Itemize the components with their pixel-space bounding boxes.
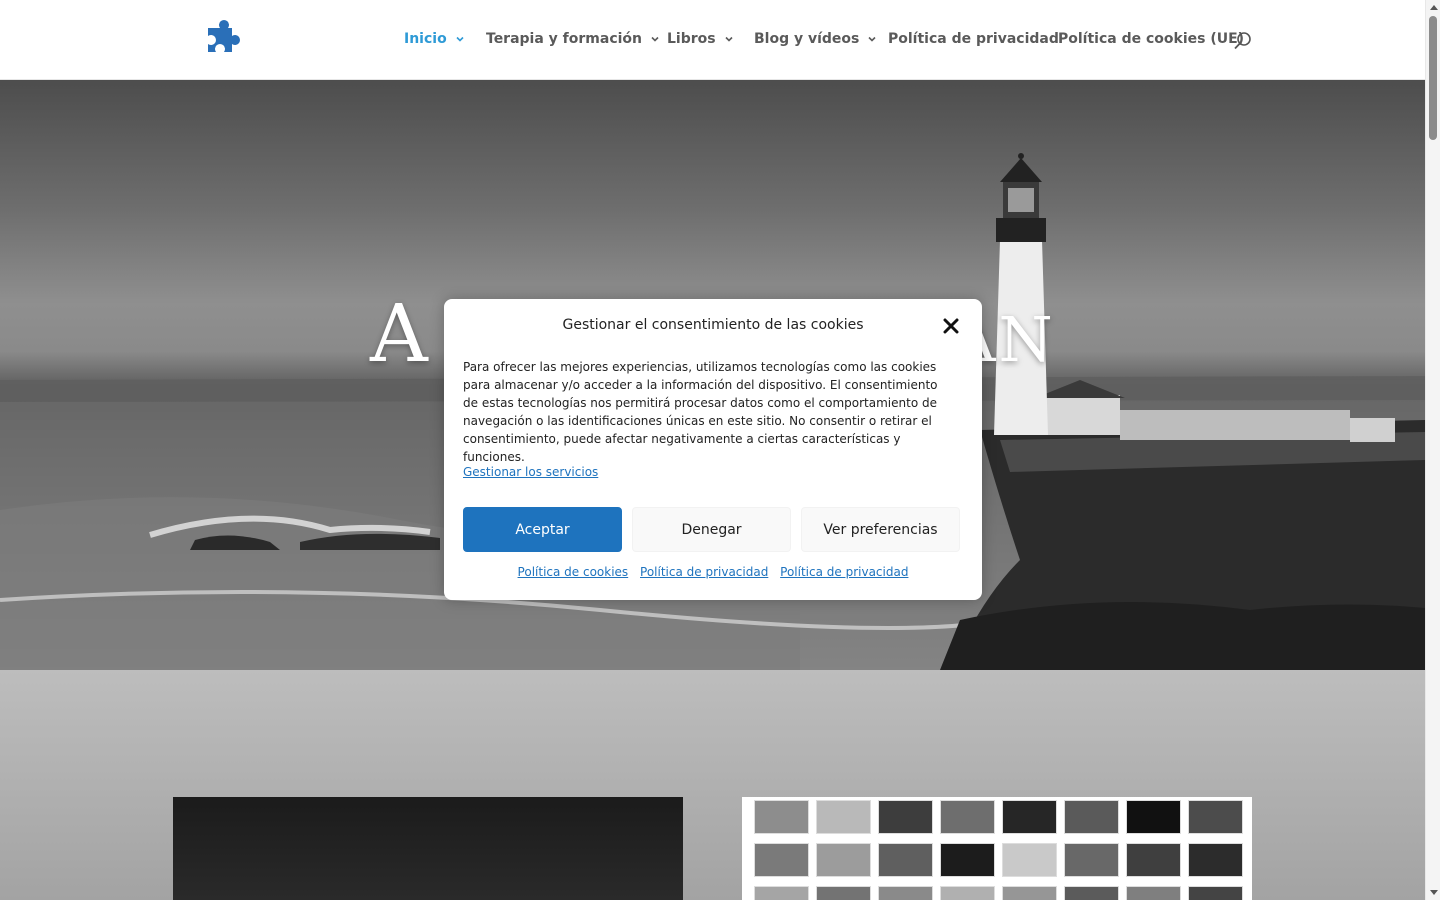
chevron-down-icon: [868, 36, 876, 42]
nav-label: Inicio: [404, 31, 447, 47]
preferences-button[interactable]: Ver preferencias: [801, 507, 960, 552]
cookie-consent-modal: Gestionar el consentimiento de las cooki…: [444, 299, 982, 600]
close-icon[interactable]: [943, 318, 959, 334]
face-thumbnail: [1188, 843, 1243, 877]
face-thumbnail: [816, 800, 871, 834]
face-thumbnail: [1064, 843, 1119, 877]
modal-body-text: Para ofrecer las mejores experiencias, u…: [463, 360, 938, 464]
face-thumbnail: [1002, 843, 1057, 877]
nav-label: Libros: [667, 31, 716, 47]
face-thumbnail: [816, 843, 871, 877]
faces-grid-image: [742, 797, 1252, 900]
cookie-policy-link[interactable]: Política de cookies: [518, 565, 629, 579]
face-thumbnail: [754, 843, 809, 877]
face-thumbnail: [1126, 843, 1181, 877]
nav-item-blog[interactable]: Blog y vídeos: [754, 31, 877, 47]
face-thumbnail: [754, 800, 809, 834]
site-header: Inicio Terapia y formación Libros Blog y…: [0, 0, 1425, 80]
face-thumbnail: [1126, 800, 1181, 834]
face-thumbnail: [878, 886, 933, 900]
face-thumbnail: [1188, 886, 1243, 900]
chevron-down-icon: [651, 36, 659, 42]
chevron-down-icon: [456, 36, 464, 42]
face-thumbnail: [940, 886, 995, 900]
face-thumbnail: [1188, 800, 1243, 834]
face-thumbnail: [878, 800, 933, 834]
nav-item-terapia[interactable]: Terapia y formación: [486, 31, 660, 47]
hero-title-left: A: [370, 287, 431, 380]
face-thumbnail: [1126, 886, 1181, 900]
nav-item-cookies[interactable]: Política de cookies (UE): [1058, 31, 1244, 47]
manage-services-link[interactable]: Gestionar los servicios: [463, 465, 598, 479]
nav-item-privacidad[interactable]: Política de privacidad: [888, 31, 1059, 47]
face-thumbnail: [878, 843, 933, 877]
modal-title: Gestionar el consentimiento de las cooki…: [562, 317, 864, 333]
scroll-down-arrow[interactable]: [1430, 890, 1438, 895]
page-scrollbar[interactable]: [1425, 0, 1440, 900]
content-section: [0, 670, 1425, 900]
deny-button[interactable]: Denegar: [632, 507, 791, 552]
face-thumbnail: [1002, 800, 1057, 834]
search-icon[interactable]: [1233, 31, 1253, 51]
nav-label: Blog y vídeos: [754, 31, 860, 47]
nav-item-libros[interactable]: Libros: [667, 31, 734, 47]
scroll-up-arrow[interactable]: [1430, 5, 1438, 10]
scroll-thumb[interactable]: [1429, 16, 1437, 140]
policy-links: Política de cookies Política de privacid…: [444, 565, 982, 579]
face-thumbnail: [1064, 800, 1119, 834]
nav-label: Política de privacidad: [888, 31, 1059, 47]
face-thumbnail: [754, 886, 809, 900]
accept-button[interactable]: Aceptar: [463, 507, 622, 552]
puzzle-piece-icon[interactable]: [204, 20, 240, 60]
nav-item-inicio[interactable]: Inicio: [404, 31, 465, 47]
chevron-down-icon: [725, 36, 733, 42]
privacy-policy-link[interactable]: Política de privacidad: [640, 565, 768, 579]
face-thumbnail: [1002, 886, 1057, 900]
face-thumbnail: [816, 886, 871, 900]
privacy-policy-link-2[interactable]: Política de privacidad: [780, 565, 908, 579]
nav-label: Política de cookies (UE): [1058, 31, 1245, 47]
face-thumbnail: [940, 800, 995, 834]
face-thumbnail: [940, 843, 995, 877]
dark-image-panel: [173, 797, 683, 900]
face-thumbnail: [1064, 886, 1119, 900]
nav-label: Terapia y formación: [486, 31, 643, 47]
